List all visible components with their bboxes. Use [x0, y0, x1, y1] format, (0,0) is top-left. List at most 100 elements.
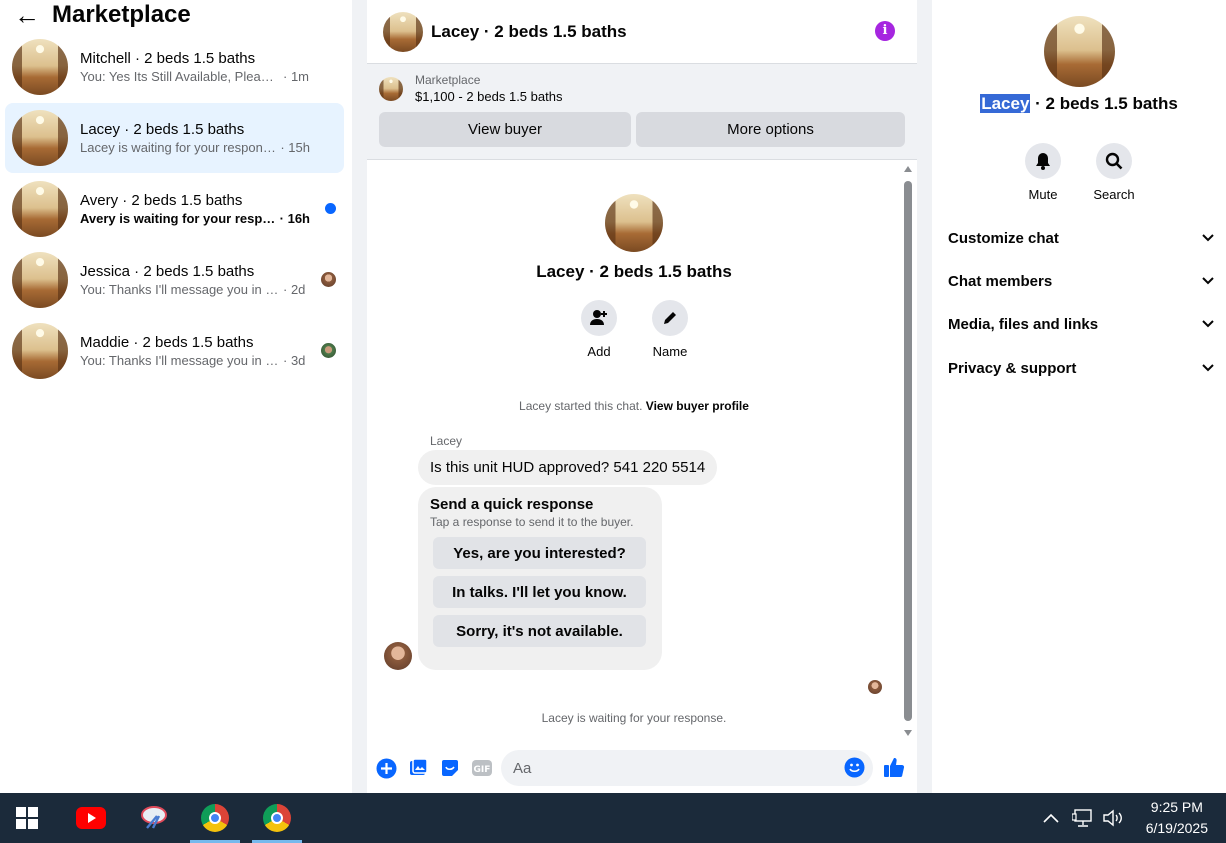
- scroll-down-arrow-icon[interactable]: [904, 730, 912, 736]
- view-buyer-profile-link[interactable]: View buyer profile: [646, 399, 749, 413]
- quick-response-button[interactable]: In talks. I'll let you know.: [433, 576, 646, 608]
- section-label: Chat members: [948, 272, 1053, 290]
- windows-taskbar: 9:25 PM 6/19/2025: [0, 793, 1226, 843]
- intro-name: Lacey · 2 beds 1.5 baths: [536, 262, 732, 281]
- add-button[interactable]: Add: [569, 300, 629, 359]
- read-receipt-avatar: [868, 680, 882, 694]
- conversation-name: Avery · 2 beds 1.5 baths: [80, 192, 243, 209]
- section-label: Privacy & support: [948, 359, 1077, 377]
- panel-header: ← Marketplace: [0, 0, 352, 30]
- conversation-time: · 1m: [283, 69, 309, 84]
- chrome-icon[interactable]: [198, 802, 232, 834]
- chat-panel: Lacey · 2 beds 1.5 baths i Marketplace $…: [367, 0, 917, 793]
- chrome-profile-icon[interactable]: [260, 802, 294, 834]
- clock-date: 6/19/2025: [1145, 820, 1208, 836]
- snipping-tool-icon[interactable]: [137, 802, 171, 834]
- conversation-item-maddie[interactable]: Maddie · 2 beds 1.5 baths You: Thanks I'…: [5, 316, 344, 386]
- listing-price[interactable]: $1,100 - 2 beds 1.5 baths: [415, 88, 562, 106]
- listing-avatar: [12, 252, 68, 308]
- scrollbar[interactable]: [904, 166, 912, 736]
- svg-text:GIF: GIF: [474, 765, 491, 775]
- clock-time: 9:25 PM: [1150, 799, 1203, 815]
- intro-avatar: [605, 194, 663, 252]
- conversation-item-lacey[interactable]: Lacey · 2 beds 1.5 baths Lacey is waitin…: [5, 103, 344, 173]
- chat-details-panel: Lacey · 2 beds 1.5 baths Mute Search Cus…: [932, 0, 1226, 793]
- started-text: Lacey started this chat.: [519, 399, 643, 413]
- quick-response-title: Send a quick response: [430, 496, 594, 513]
- quick-response-subtitle: Tap a response to send it to the buyer.: [430, 515, 634, 529]
- customize-chat-section[interactable]: Customize chat: [948, 228, 1214, 248]
- view-buyer-button[interactable]: View buyer: [379, 112, 631, 147]
- back-arrow-icon[interactable]: ←: [14, 2, 52, 28]
- conversation-name: Mitchell · 2 beds 1.5 baths: [80, 50, 256, 67]
- chevron-down-icon: [1202, 364, 1214, 372]
- chevron-down-icon: [1202, 234, 1214, 242]
- seen-avatar: [321, 272, 336, 287]
- message-thread: Lacey · 2 beds 1.5 baths Add Name Lacey …: [367, 160, 917, 740]
- pencil-icon: [664, 312, 676, 324]
- windows-start-icon[interactable]: [10, 802, 44, 834]
- volume-icon[interactable]: [1102, 808, 1126, 828]
- name-button[interactable]: Name: [640, 300, 700, 359]
- message-input-placeholder: Aa: [513, 759, 532, 777]
- listing-avatar: [12, 181, 68, 237]
- chat-started-notice: Lacey started this chat. View buyer prof…: [367, 399, 901, 413]
- mute-label: Mute: [1028, 187, 1058, 202]
- scrollbar-thumb[interactable]: [904, 181, 912, 721]
- conversation-item-avery[interactable]: Avery · 2 beds 1.5 baths Avery is waitin…: [5, 174, 344, 244]
- conversation-time: · 3d: [283, 353, 306, 368]
- conversation-item-mitchell[interactable]: Mitchell · 2 beds 1.5 baths You: Yes Its…: [5, 32, 344, 102]
- message-input[interactable]: Aa: [501, 750, 873, 786]
- conversation-time: · 15h: [280, 140, 310, 155]
- network-icon[interactable]: [1072, 808, 1094, 828]
- listing-avatar: [12, 110, 68, 166]
- conversation-time: · 2d: [283, 282, 306, 297]
- section-label: Media, files and links: [948, 315, 1099, 333]
- more-options-button[interactable]: More options: [636, 112, 905, 147]
- chat-header: Lacey · 2 beds 1.5 baths i: [367, 0, 917, 64]
- chat-title[interactable]: Lacey · 2 beds 1.5 baths: [431, 22, 627, 42]
- unread-dot-icon: [325, 203, 336, 214]
- conversation-name: Jessica · 2 beds 1.5 baths: [80, 263, 255, 280]
- thumbs-up-icon[interactable]: [883, 756, 905, 778]
- listing-thumbnail[interactable]: [379, 77, 403, 101]
- message-composer: GIF Aa: [367, 748, 917, 788]
- mute-button[interactable]: Mute: [1013, 143, 1073, 202]
- media-files-links-section[interactable]: Media, files and links: [948, 314, 1214, 334]
- gif-icon[interactable]: GIF: [471, 757, 493, 779]
- system-tray: [1042, 793, 1126, 843]
- emoji-icon[interactable]: [844, 757, 865, 778]
- section-label: Customize chat: [948, 229, 1059, 247]
- details-avatar[interactable]: [1044, 16, 1115, 87]
- scroll-up-arrow-icon[interactable]: [904, 166, 912, 172]
- marketplace-label: Marketplace: [415, 73, 481, 87]
- add-label: Add: [587, 344, 611, 359]
- message-bubble[interactable]: Is this unit HUD approved? 541 220 5514: [418, 450, 718, 485]
- quick-response-button[interactable]: Yes, are you interested?: [433, 537, 646, 569]
- details-name: Lacey · 2 beds 1.5 baths: [932, 94, 1226, 114]
- chevron-down-icon: [1202, 277, 1214, 285]
- privacy-support-section[interactable]: Privacy & support: [948, 358, 1214, 378]
- photo-icon[interactable]: [407, 757, 429, 779]
- conversation-name: Maddie · 2 beds 1.5 baths: [80, 334, 254, 351]
- sender-avatar[interactable]: [384, 642, 412, 670]
- conversation-preview: Avery is waiting for your response.: [80, 211, 277, 226]
- system-clock[interactable]: 9:25 PM 6/19/2025: [1146, 797, 1208, 839]
- conversation-item-jessica[interactable]: Jessica · 2 beds 1.5 baths You: Thanks I…: [5, 245, 344, 315]
- search-button[interactable]: Search: [1084, 143, 1144, 202]
- listing-avatar: [12, 323, 68, 379]
- search-label: Search: [1093, 187, 1135, 202]
- search-icon: [1105, 152, 1123, 170]
- sticker-icon[interactable]: [439, 757, 461, 779]
- chevron-up-icon[interactable]: [1042, 812, 1060, 824]
- plus-icon[interactable]: [375, 757, 397, 779]
- quick-response-button[interactable]: Sorry, it's not available.: [433, 615, 646, 647]
- listing-avatar: [12, 39, 68, 95]
- sender-name: Lacey: [430, 434, 463, 448]
- info-icon[interactable]: i: [875, 21, 895, 41]
- chat-members-section[interactable]: Chat members: [948, 271, 1214, 291]
- youtube-icon[interactable]: [74, 802, 108, 834]
- seen-avatar: [321, 343, 336, 358]
- chat-avatar[interactable]: [383, 11, 423, 52]
- details-name-rest: · 2 beds 1.5 baths: [1030, 94, 1178, 113]
